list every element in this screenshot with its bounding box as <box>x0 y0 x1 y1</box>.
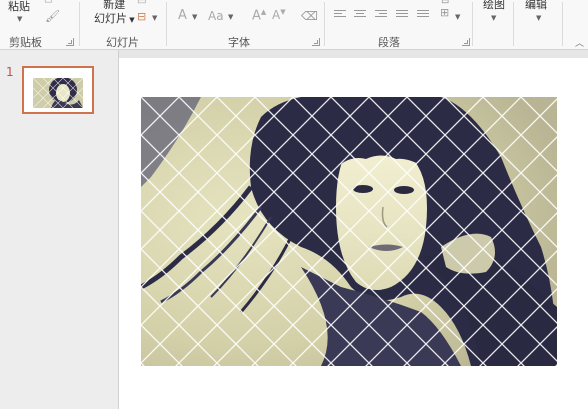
font-group-label: 字体 <box>228 36 250 49</box>
slide-number: 1 <box>6 65 14 79</box>
justify-icon[interactable] <box>396 10 408 20</box>
thumbnail-photo <box>33 78 83 108</box>
slide-canvas[interactable] <box>119 58 588 409</box>
ribbon: 粘贴 ▼ 🖌 ▭ 剪贴板 新建 幻灯片 ▼ ▭ ⊟ ▼ 幻灯片 A ▼ Aa ▼… <box>0 0 588 50</box>
clipboard-group-label: 剪贴板 <box>9 36 42 49</box>
separator <box>79 2 80 46</box>
paragraph-dialog-launcher-icon[interactable] <box>462 38 470 46</box>
collapse-ribbon-icon[interactable]: ︿ <box>575 36 584 49</box>
separator <box>166 2 167 46</box>
layout-icon[interactable]: ▭ <box>137 0 146 7</box>
paragraph-group-label: 段落 <box>378 36 400 49</box>
section-icon[interactable]: ⊟ <box>137 10 146 23</box>
columns-dropdown-icon[interactable]: ▼ <box>455 13 460 21</box>
new-slide-label-2: 幻灯片 ▼ <box>94 12 135 25</box>
editing-dropdown-icon[interactable]: ▼ <box>536 14 541 22</box>
shrink-font-button[interactable]: A▼ <box>272 8 286 22</box>
change-case-button[interactable]: Aa <box>208 9 224 23</box>
slides-group-label: 幻灯片 <box>106 36 139 49</box>
drawing-dropdown-icon[interactable]: ▼ <box>491 14 496 22</box>
align-center-icon[interactable] <box>354 10 366 20</box>
columns-icon[interactable]: ⊞ <box>440 6 449 19</box>
cut-icon[interactable]: ▭ <box>44 0 53 6</box>
paste-label: 粘贴 <box>8 0 30 13</box>
text-direction-icon[interactable]: ⊟ <box>441 0 449 6</box>
paste-dropdown-icon[interactable]: ▼ <box>17 15 22 23</box>
drawing-label: 绘图 <box>483 0 505 11</box>
slide-photo[interactable] <box>141 97 557 366</box>
new-slide-button[interactable]: 新建 幻灯片 ▼ <box>94 0 135 27</box>
editing-button[interactable]: 编辑 <box>525 0 547 12</box>
change-case-dropdown-icon[interactable]: ▼ <box>228 13 233 21</box>
align-left-icon[interactable] <box>334 10 346 20</box>
editing-label: 编辑 <box>525 0 547 11</box>
align-right-icon[interactable] <box>375 10 387 20</box>
font-dialog-launcher-icon[interactable] <box>312 38 320 46</box>
font-color-dropdown-icon[interactable]: ▼ <box>192 13 197 21</box>
separator <box>562 2 563 46</box>
separator <box>324 2 325 46</box>
distributed-icon[interactable] <box>417 10 429 20</box>
clipboard-dialog-launcher-icon[interactable] <box>66 38 74 46</box>
slide-thumbnail-1[interactable] <box>22 66 94 114</box>
section-dropdown-icon[interactable]: ▼ <box>152 14 157 22</box>
paste-button[interactable]: 粘贴 <box>8 0 30 14</box>
drawing-button[interactable]: 绘图 <box>483 0 505 12</box>
grow-font-button[interactable]: A▲ <box>252 8 266 23</box>
slide-thumbnails-pane: 1 <box>0 50 119 409</box>
clear-format-icon[interactable]: ⌫ <box>301 9 318 23</box>
separator <box>513 2 514 46</box>
new-slide-label-1: 新建 <box>103 0 126 11</box>
font-color-button[interactable]: A <box>178 8 187 23</box>
format-painter-icon[interactable]: 🖌 <box>45 9 60 23</box>
separator <box>472 2 473 46</box>
